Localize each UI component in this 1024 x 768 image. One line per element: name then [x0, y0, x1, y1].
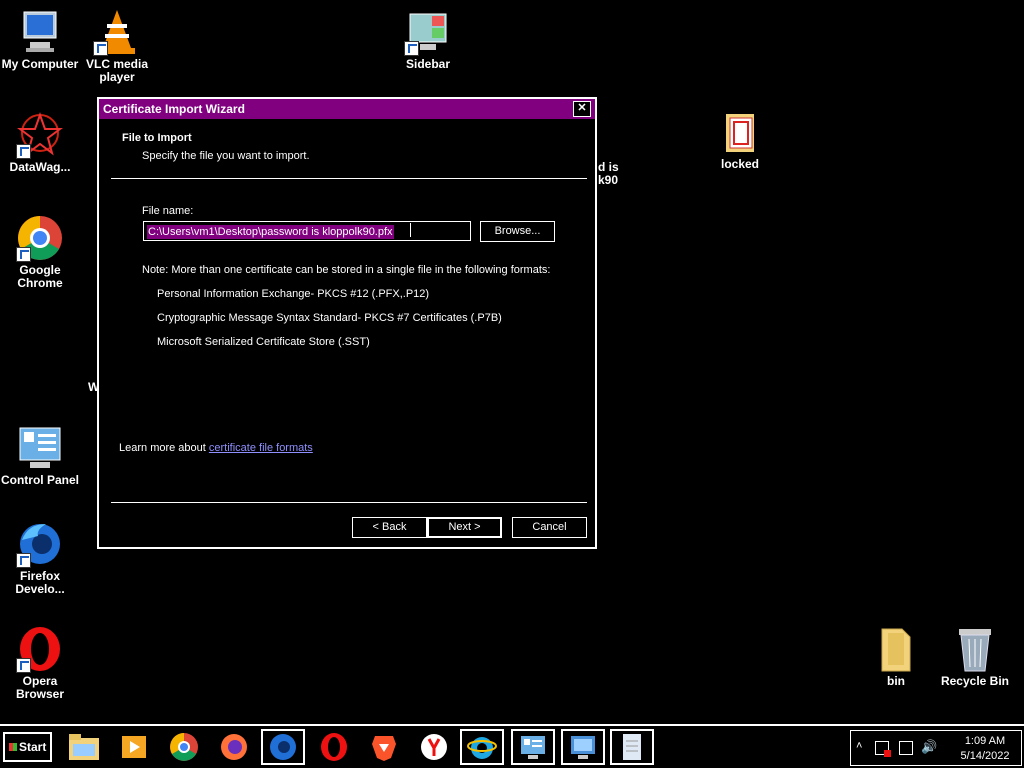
- desktop-icon-opera[interactable]: Opera Browser: [0, 625, 80, 701]
- desktop-icon-control-panel[interactable]: Control Panel: [0, 424, 80, 487]
- chrome-icon: [16, 214, 64, 262]
- brave-icon: [372, 736, 396, 761]
- taskbar-media-center[interactable]: [112, 729, 156, 765]
- desktop-icon-label: VLC media player: [85, 57, 148, 84]
- partial-desktop-label: d is k90: [598, 160, 619, 187]
- taskbar-firefox[interactable]: [212, 729, 256, 765]
- folder-icon: [716, 108, 764, 156]
- system-tray: ˄ 🔊 1:09 AM 5/14/2022: [850, 730, 1022, 766]
- folder-icon: [69, 734, 99, 760]
- desktop-icon-label: My Computer: [1, 57, 79, 71]
- shortcut-arrow-icon: [16, 553, 31, 568]
- taskbar-file-explorer[interactable]: [62, 729, 106, 765]
- desktop-icon-label: locked: [720, 157, 759, 171]
- desktop-icon-sidebar[interactable]: Sidebar: [388, 8, 468, 71]
- control-panel-icon: [521, 736, 545, 759]
- taskbar-yandex[interactable]: [412, 729, 456, 765]
- taskbar-firefox-developer[interactable]: [261, 729, 305, 765]
- taskbar-chrome[interactable]: [162, 729, 206, 765]
- formats-note: Note: More than one certificate can be s…: [142, 264, 551, 276]
- network-icon[interactable]: [899, 741, 913, 755]
- remote-desktop-icon: [571, 736, 595, 759]
- show-hidden-icons-icon[interactable]: ˄: [856, 740, 862, 752]
- firefox-developer-icon: [16, 520, 64, 568]
- desktop-icon-my-computer[interactable]: My Computer: [0, 8, 80, 71]
- dialog-title-bar[interactable]: Certificate Import Wizard ✕: [99, 99, 595, 119]
- desktop-icon-label: Opera Browser: [15, 674, 65, 701]
- folder-icon: [872, 625, 920, 673]
- clock-time: 1:09 AM: [964, 735, 1006, 747]
- desktop-icon-datawag[interactable]: DataWag...: [0, 111, 80, 174]
- notepad-icon: [623, 734, 641, 760]
- back-button[interactable]: < Back: [352, 517, 427, 538]
- learn-more-text: Learn more about certificate file format…: [119, 442, 313, 454]
- dialog-title: Certificate Import Wizard: [103, 102, 245, 116]
- certificate-formats-link[interactable]: certificate file formats: [209, 442, 313, 454]
- shortcut-arrow-icon: [16, 658, 31, 673]
- browse-button[interactable]: Browse...: [480, 221, 555, 242]
- desktop-icon-recycle-bin[interactable]: Recycle Bin: [935, 625, 1015, 688]
- desktop-icon-bin-folder[interactable]: bin: [856, 625, 936, 688]
- desktop-icon-google-chrome[interactable]: Google Chrome: [0, 214, 80, 290]
- file-name-label: File name:: [142, 205, 194, 217]
- datawag-icon: [16, 111, 64, 159]
- computer-icon: [16, 8, 64, 56]
- desktop-icon-label: DataWag...: [9, 160, 71, 174]
- desktop-icon-label: Control Panel: [0, 473, 79, 487]
- certificate-import-wizard-dialog: Certificate Import Wizard ✕ File to Impo…: [97, 97, 597, 549]
- footer-divider: [111, 502, 587, 503]
- volume-icon[interactable]: 🔊: [921, 739, 937, 755]
- taskbar-notepad[interactable]: [610, 729, 654, 765]
- text-cursor-icon: [410, 223, 411, 237]
- format-item: Microsoft Serialized Certificate Store (…: [157, 336, 370, 348]
- opera-icon: [321, 733, 347, 761]
- firefox-icon: [221, 734, 247, 760]
- desktop-icon-vlc[interactable]: VLC media player: [77, 8, 157, 84]
- taskbar-remote-desktop[interactable]: [561, 729, 605, 765]
- taskbar-opera[interactable]: [312, 729, 356, 765]
- file-name-input[interactable]: C:\Users\vm1\Desktop\password is kloppol…: [143, 221, 471, 241]
- vlc-cone-icon: [93, 8, 141, 56]
- desktop-icon-label: Recycle Bin: [940, 674, 1010, 688]
- shortcut-arrow-icon: [93, 41, 108, 56]
- taskbar-control-panel[interactable]: [511, 729, 555, 765]
- security-alert-icon[interactable]: [875, 741, 891, 757]
- format-item: Cryptographic Message Syntax Standard- P…: [157, 312, 502, 324]
- windows-logo-icon: [9, 743, 17, 751]
- shortcut-arrow-icon: [16, 247, 31, 262]
- clock[interactable]: 1:09 AM 5/14/2022: [955, 734, 1015, 764]
- start-label: Start: [19, 740, 47, 754]
- yandex-icon: [421, 734, 447, 760]
- desktop-icon-firefox-developer[interactable]: Firefox Develo...: [0, 520, 80, 596]
- opera-icon: [16, 625, 64, 673]
- taskbar-brave[interactable]: [362, 729, 406, 765]
- control-panel-icon: [16, 424, 64, 472]
- header-divider: [111, 178, 587, 179]
- taskbar: Start ˄ 🔊 1:09 AM 5/14/2022: [0, 724, 1024, 768]
- firefox-developer-icon: [270, 734, 296, 760]
- desktop-icon-label: Sidebar: [405, 57, 450, 71]
- internet-explorer-icon: [467, 737, 497, 759]
- desktop-icon-label: bin: [887, 674, 905, 688]
- desktop-icon-locked-folder[interactable]: locked: [700, 108, 780, 171]
- section-subtitle: Specify the file you want to import.: [142, 150, 310, 162]
- section-title: File to Import: [122, 132, 192, 144]
- sidebar-icon: [404, 8, 452, 56]
- file-name-value: C:\Users\vm1\Desktop\password is kloppol…: [147, 225, 394, 239]
- taskbar-internet-explorer[interactable]: [460, 729, 504, 765]
- shortcut-arrow-icon: [16, 144, 31, 159]
- desktop-icon-label: Google Chrome: [17, 263, 63, 290]
- desktop-icon-label: Firefox Develo...: [15, 569, 65, 596]
- shortcut-arrow-icon: [404, 41, 419, 56]
- start-button[interactable]: Start: [3, 732, 52, 762]
- chrome-icon: [170, 733, 198, 761]
- clock-date: 5/14/2022: [960, 750, 1010, 762]
- next-button[interactable]: Next >: [427, 517, 502, 538]
- recycle-bin-icon: [951, 625, 999, 673]
- media-center-icon: [122, 736, 146, 758]
- format-item: Personal Information Exchange- PKCS #12 …: [157, 288, 430, 300]
- close-icon[interactable]: ✕: [573, 101, 591, 117]
- cancel-button[interactable]: Cancel: [512, 517, 587, 538]
